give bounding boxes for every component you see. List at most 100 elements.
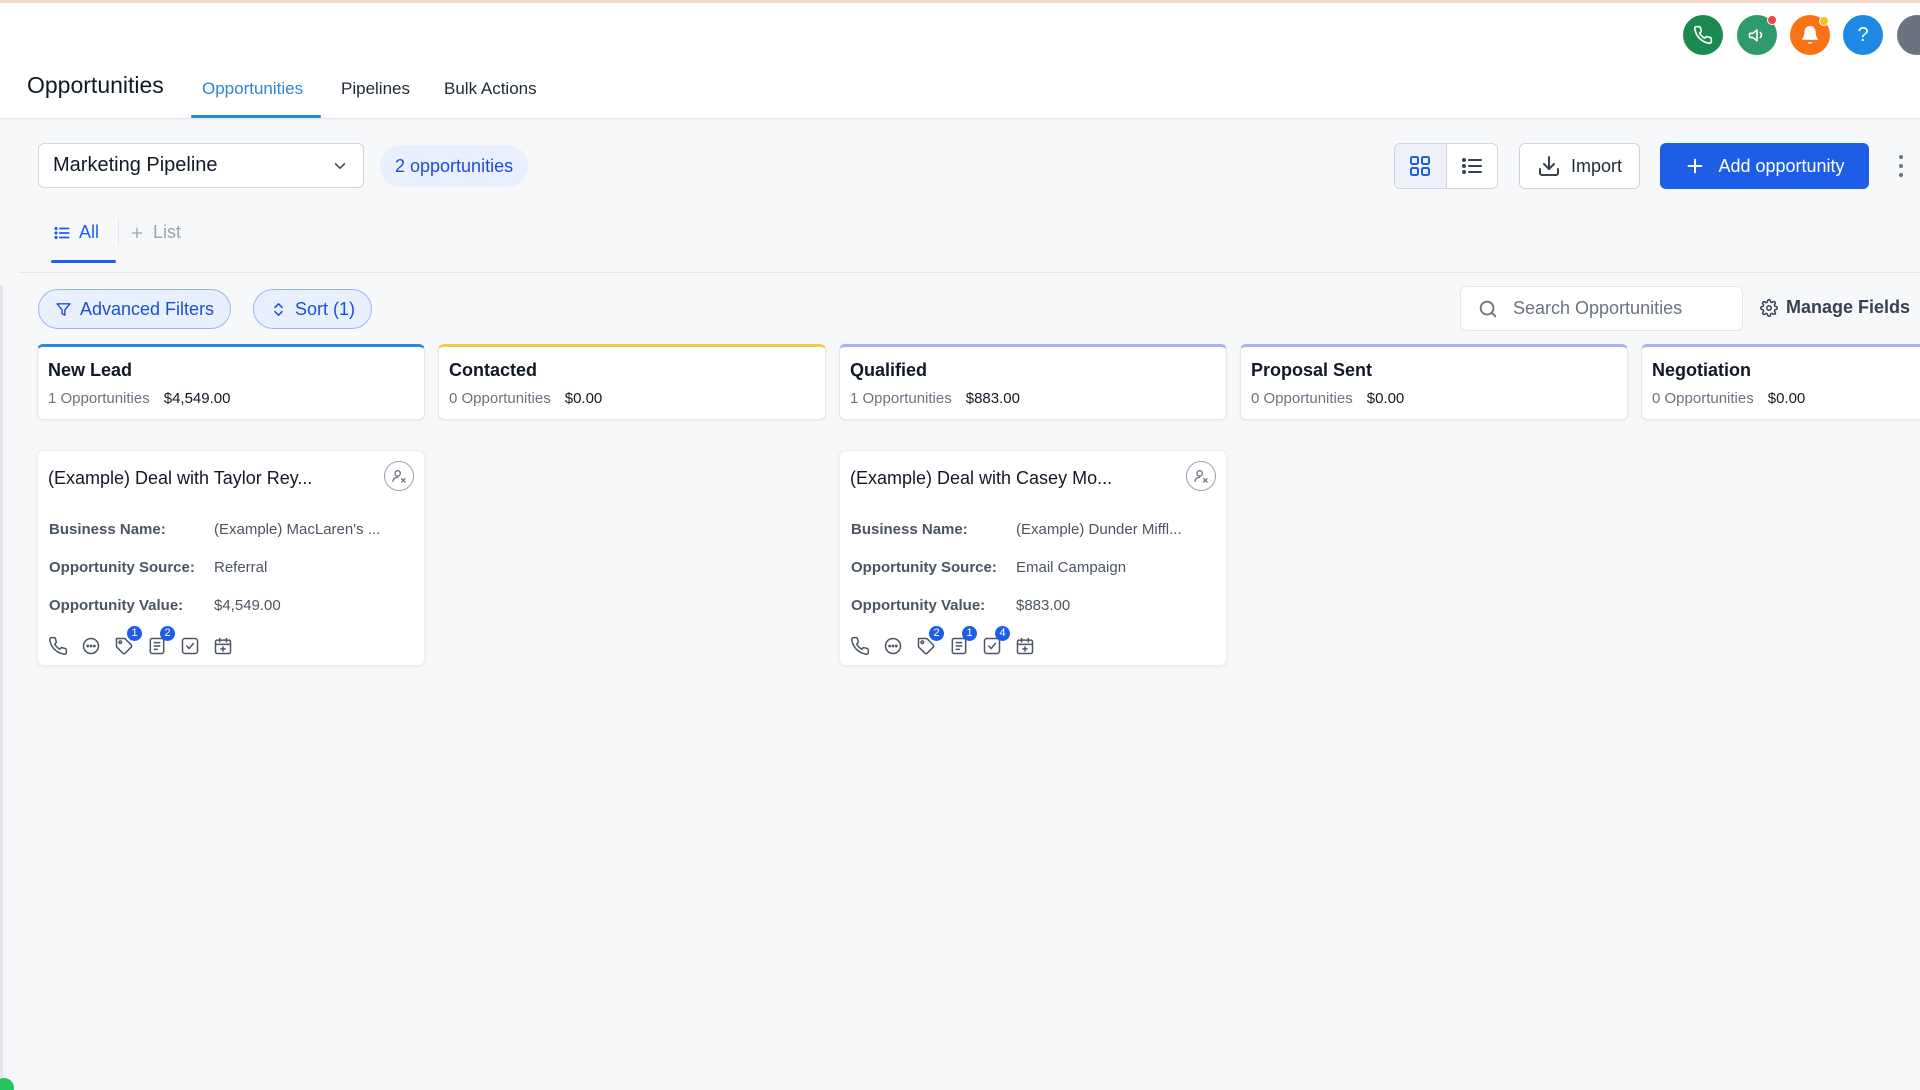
stage-name: Contacted xyxy=(449,360,538,380)
list-separator xyxy=(118,218,119,246)
tab-pipelines[interactable]: Pipelines xyxy=(341,79,410,99)
tasks-count-badge: 4 xyxy=(995,626,1010,641)
help-icon: ? xyxy=(1857,23,1869,46)
appointment-action[interactable] xyxy=(213,636,233,656)
page-header: Opportunities Opportunities Pipelines Bu… xyxy=(0,3,1920,119)
add-list-button[interactable]: List xyxy=(129,222,181,243)
field-label: Opportunity Source: xyxy=(851,559,997,576)
field-value: $883.00 xyxy=(1016,597,1071,614)
phone-icon xyxy=(49,636,68,655)
manage-fields-label: Manage Fields xyxy=(1786,297,1911,317)
message-action[interactable] xyxy=(81,636,101,656)
tag-action[interactable]: 2 xyxy=(916,626,944,656)
tab-opportunities[interactable]: Opportunities xyxy=(202,79,303,99)
stage-column-new-lead: New Lead 1 Opportunities $4,549.00 xyxy=(37,344,425,420)
notes-action[interactable]: 1 xyxy=(949,626,977,656)
filter-icon xyxy=(56,302,71,316)
stage-count: 0 Opportunities xyxy=(449,390,551,407)
opportunity-card[interactable]: (Example) Deal with Casey Mo... Business… xyxy=(839,450,1227,666)
avatar[interactable] xyxy=(1897,15,1920,55)
more-options-icon[interactable] xyxy=(1895,152,1907,180)
field-value: $4,549.00 xyxy=(214,597,281,614)
opportunity-value-field: Opportunity Value: $4,549.00 xyxy=(49,597,281,614)
sort-button[interactable]: Sort (1) xyxy=(253,289,373,329)
search-input[interactable] xyxy=(1513,298,1713,319)
list-view-button[interactable] xyxy=(1447,144,1498,188)
tag-action[interactable]: 1 xyxy=(114,626,142,656)
stage-amount: $4,549.00 xyxy=(163,390,231,407)
field-label: Opportunity Value: xyxy=(851,597,986,614)
active-tab-indicator xyxy=(191,115,321,118)
opportunity-title[interactable]: (Example) Deal with Casey Mo... xyxy=(850,468,1112,489)
grid-icon xyxy=(1410,156,1431,176)
notes-count-badge: 1 xyxy=(962,626,977,641)
gear-icon xyxy=(1760,298,1778,317)
call-action[interactable] xyxy=(48,636,68,656)
opportunity-source-field: Opportunity Source: Referral xyxy=(49,559,267,576)
page-title: Opportunities xyxy=(27,72,164,98)
chevron-down-icon xyxy=(334,163,346,169)
unassigned-user-icon xyxy=(1194,470,1208,483)
stage-name: Negotiation xyxy=(1652,360,1751,380)
stage-count: 1 Opportunities xyxy=(48,390,150,407)
import-button[interactable]: Import xyxy=(1519,143,1640,189)
card-actions: 1 2 xyxy=(48,626,233,656)
appointment-action[interactable] xyxy=(1015,636,1035,656)
field-label: Business Name: xyxy=(49,521,166,538)
assign-user-button[interactable] xyxy=(1186,461,1216,491)
notes-action[interactable]: 2 xyxy=(147,626,175,656)
opportunity-card[interactable]: (Example) Deal with Taylor Rey... Busine… xyxy=(37,450,425,666)
stage-amount: $883.00 xyxy=(965,390,1020,407)
call-action[interactable] xyxy=(850,636,870,656)
pipeline-select[interactable]: Marketing Pipeline xyxy=(38,143,364,188)
tasks-action[interactable] xyxy=(180,636,200,656)
list-tab-all[interactable]: All xyxy=(53,222,99,243)
tab-bulk-actions[interactable]: Bulk Actions xyxy=(444,79,537,99)
notification-dot xyxy=(1819,16,1829,26)
stage-name: Proposal Sent xyxy=(1251,360,1373,380)
opportunity-source-field: Opportunity Source: Email Campaign xyxy=(851,559,1126,576)
status-indicator xyxy=(0,1078,14,1090)
field-label: Opportunity Value: xyxy=(49,597,184,614)
list-icon xyxy=(1461,158,1482,174)
assign-user-button[interactable] xyxy=(384,461,414,491)
help-button[interactable]: ? xyxy=(1843,15,1883,55)
view-toggle xyxy=(1394,143,1498,189)
chat-icon xyxy=(884,637,902,655)
field-value: (Example) Dunder Miffl... xyxy=(1016,521,1182,538)
opportunity-count-badge: 2 opportunities xyxy=(380,145,529,187)
pipeline-select-value: Marketing Pipeline xyxy=(53,154,218,176)
field-label: Business Name: xyxy=(851,521,968,538)
add-opportunity-label: Add opportunity xyxy=(1718,155,1845,176)
board-view-button[interactable] xyxy=(1395,144,1447,188)
plus-icon xyxy=(131,227,143,238)
stage-amount: $0.00 xyxy=(564,390,603,407)
stage-count: 1 Opportunities xyxy=(850,390,952,407)
phone-icon xyxy=(851,636,870,655)
manage-fields-button[interactable]: Manage Fields xyxy=(1760,297,1910,318)
left-scroll-edge xyxy=(0,285,3,1090)
stage-name: Qualified xyxy=(850,360,928,380)
advanced-filters-button[interactable]: Advanced Filters xyxy=(38,289,232,329)
message-action[interactable] xyxy=(883,636,903,656)
calendar-icon xyxy=(214,637,232,655)
stage-column-negotiation: Negotiation 0 Opportunities $0.00 xyxy=(1641,344,1920,420)
field-label: Opportunity Source: xyxy=(49,559,195,576)
announcements-button[interactable] xyxy=(1737,15,1777,55)
list-icon xyxy=(54,226,70,239)
search-icon xyxy=(1479,300,1497,317)
stage-column-contacted: Contacted 0 Opportunities $0.00 xyxy=(438,344,826,420)
phone-button[interactable] xyxy=(1683,15,1723,55)
tasks-action[interactable]: 4 xyxy=(982,626,1010,656)
stage-name: New Lead xyxy=(48,360,133,380)
stage-count: 0 Opportunities xyxy=(1251,390,1353,407)
add-opportunity-button[interactable]: Add opportunity xyxy=(1660,143,1869,189)
opportunity-value-field: Opportunity Value: $883.00 xyxy=(851,597,1070,614)
opportunity-title[interactable]: (Example) Deal with Taylor Rey... xyxy=(48,468,312,489)
field-value: Email Campaign xyxy=(1016,559,1127,576)
business-name-field: Business Name: (Example) MacLaren's ... xyxy=(49,521,380,538)
stage-amount: $0.00 xyxy=(1366,390,1405,407)
sort-label: Sort (1) xyxy=(295,298,356,319)
field-value: (Example) MacLaren's ... xyxy=(214,521,381,538)
notifications-button[interactable] xyxy=(1790,15,1830,55)
